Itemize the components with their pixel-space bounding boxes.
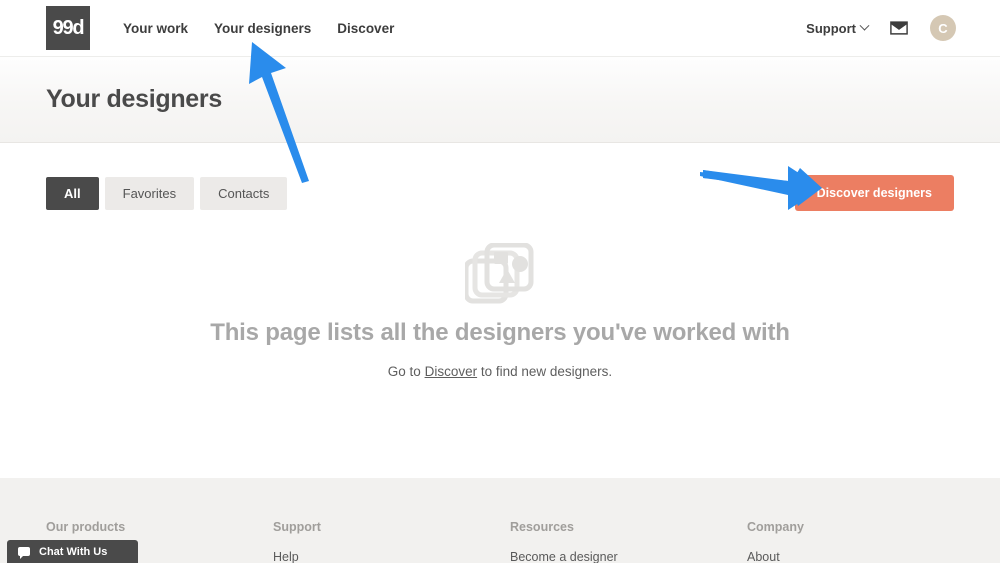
discover-designers-button[interactable]: Discover designers (794, 175, 954, 211)
logo-text: 99d (52, 17, 85, 39)
main-content: All Favorites Contacts Discover designer… (0, 143, 1000, 478)
chat-bubble-icon (18, 547, 30, 559)
app-window: 99d Your work Your designers Discover Su… (0, 0, 1000, 563)
avatar[interactable]: C (930, 15, 956, 41)
content-toolbar: All Favorites Contacts Discover designer… (0, 143, 1000, 211)
primary-nav: Your work Your designers Discover (123, 21, 394, 36)
footer-link-become-a-designer[interactable]: Become a designer (510, 550, 747, 563)
empty-state-heading: This page lists all the designers you've… (210, 319, 790, 346)
site-footer: Our products Support Help Resources Beco… (0, 478, 1000, 563)
footer-col-support: Support Help (273, 520, 510, 563)
image-stack-icon (465, 243, 534, 304)
filter-tabs: All Favorites Contacts (46, 176, 293, 210)
footer-link-help[interactable]: Help (273, 550, 510, 563)
footer-heading: Resources (510, 520, 574, 534)
chevron-down-icon (859, 20, 870, 31)
avatar-initial: C (938, 20, 948, 36)
empty-sub-suffix: to find new designers. (477, 364, 613, 379)
chat-widget-label: Chat With Us (39, 545, 108, 558)
empty-state: This page lists all the designers you've… (0, 243, 1000, 379)
page-title-band: Your designers (0, 56, 1000, 143)
support-menu[interactable]: Support (806, 20, 870, 36)
empty-state-subtext: Go to Discover to find new designers. (0, 364, 1000, 379)
tab-all[interactable]: All (46, 176, 99, 210)
footer-link-about[interactable]: About (747, 550, 984, 563)
footer-col-company: Company About (747, 520, 984, 563)
footer-col-resources: Resources Become a designer (510, 520, 747, 563)
nav-discover[interactable]: Discover (337, 21, 394, 36)
support-label: Support (806, 20, 856, 36)
nav-your-designers[interactable]: Your designers (214, 21, 311, 36)
chat-with-us-widget[interactable]: Chat With Us (7, 540, 138, 563)
discover-link[interactable]: Discover (425, 364, 478, 379)
page-title: Your designers (46, 85, 222, 113)
footer-heading: Support (273, 520, 321, 534)
nav-your-work[interactable]: Your work (123, 21, 188, 36)
site-header: 99d Your work Your designers Discover Su… (0, 0, 1000, 56)
header-right-group: Support C (806, 15, 956, 41)
footer-heading: Our products (46, 520, 126, 534)
logo-99designs[interactable]: 99d (46, 6, 90, 50)
mail-icon[interactable] (890, 21, 908, 35)
tab-contacts[interactable]: Contacts (200, 176, 288, 210)
footer-heading: Company (747, 520, 804, 534)
empty-sub-prefix: Go to (387, 364, 425, 379)
tab-favorites[interactable]: Favorites (104, 176, 195, 210)
